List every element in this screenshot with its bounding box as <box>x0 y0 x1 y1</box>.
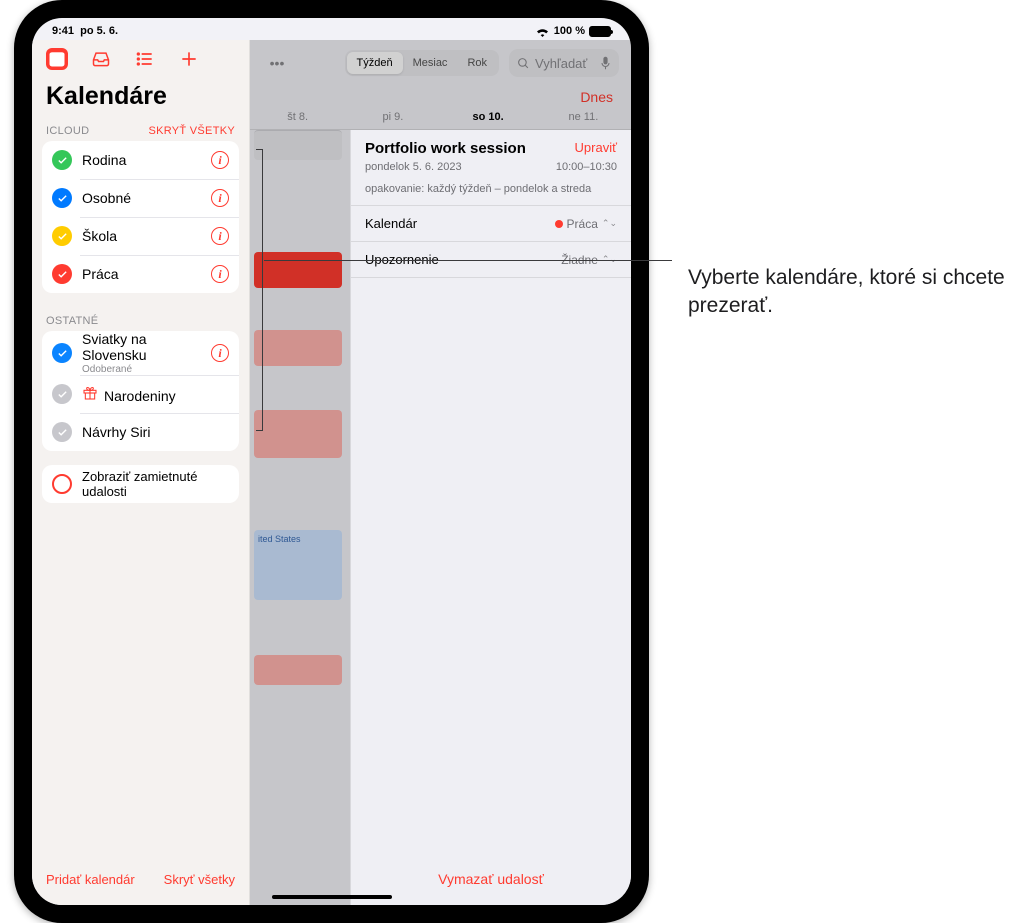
day-col: št 8. <box>250 111 345 123</box>
info-icon[interactable]: i <box>211 265 229 283</box>
event-date: pondelok 5. 6. 2023 <box>365 161 462 173</box>
chevron-updown-icon: ⌃⌄ <box>602 218 617 229</box>
calendar-name: Rodina <box>82 152 211 168</box>
ipad-frame: 9:41 po 5. 6. 100 % <box>14 0 649 923</box>
section-label: ICLOUD <box>46 125 89 137</box>
info-icon[interactable]: i <box>211 344 229 362</box>
list-icon[interactable] <box>134 48 156 70</box>
sidebar-title: Kalendáre <box>32 76 249 117</box>
checkbox-icon[interactable] <box>52 264 72 284</box>
calendar-row[interactable]: Návrhy Siri <box>42 413 239 451</box>
inbox-icon[interactable] <box>90 48 112 70</box>
callout-line <box>264 260 672 261</box>
screen: 9:41 po 5. 6. 100 % <box>32 18 631 905</box>
calendar-name: Osobné <box>82 190 211 206</box>
delete-event-button[interactable]: Vymazať udalosť <box>351 855 631 905</box>
calendar-name: Návrhy Siri <box>82 424 229 440</box>
calendar-row[interactable]: Rodinai <box>42 141 239 179</box>
calendar-name: Práca <box>82 266 211 282</box>
calendars-sidebar: Kalendáre ICLOUD SKRYŤ VŠETKY RodinaiOso… <box>32 40 250 905</box>
section-icloud: ICLOUD SKRYŤ VŠETKY RodinaiOsobnéiŠkolai… <box>32 117 249 307</box>
search-icon <box>517 57 530 70</box>
calendar-name: Škola <box>82 228 211 244</box>
show-declined-row[interactable]: Zobraziť zamietnuté udalosti <box>42 465 239 503</box>
today-button[interactable]: Dnes <box>250 85 631 111</box>
calendar-row[interactable]: Kalendár Práca⌃⌄ <box>351 205 631 241</box>
day-col: ne 11. <box>536 111 631 123</box>
calendar-row[interactable]: Sviatky na SlovenskuOdoberanéi <box>42 331 239 375</box>
info-icon[interactable]: i <box>211 189 229 207</box>
segment-year[interactable]: Rok <box>457 52 497 74</box>
main-panel: ••• Týždeň Mesiac Rok Vyhľadať Dnes št 8… <box>250 40 631 905</box>
battery-percent: 100 % <box>554 25 585 37</box>
calendar-row[interactable]: Osobnéi <box>42 179 239 217</box>
checkbox-icon[interactable] <box>52 343 72 363</box>
search-placeholder: Vyhľadať <box>535 56 587 71</box>
info-icon[interactable]: i <box>211 227 229 245</box>
calendar-view-icon[interactable] <box>46 48 68 70</box>
add-calendar-button[interactable]: Pridať kalendár <box>46 872 135 887</box>
section-other: OSTATNÉ Sviatky na SlovenskuOdoberanéi Na… <box>32 307 249 465</box>
calendar-sub: Odoberané <box>82 364 211 375</box>
day-col: so 10. <box>441 111 536 123</box>
checkbox-icon[interactable] <box>52 188 72 208</box>
add-icon[interactable] <box>178 48 200 70</box>
search-field[interactable]: Vyhľadať <box>509 49 619 77</box>
gift-icon <box>82 385 98 401</box>
calendar-row[interactable]: Školai <box>42 217 239 255</box>
timeline-event[interactable]: ited States <box>254 530 342 600</box>
status-bar: 9:41 po 5. 6. 100 % <box>32 18 631 40</box>
calendar-name: Narodeniny <box>82 385 229 404</box>
checkbox-icon[interactable] <box>52 226 72 246</box>
battery-icon <box>589 26 611 37</box>
view-segment[interactable]: Týždeň Mesiac Rok <box>345 50 499 76</box>
checkbox-icon[interactable] <box>52 384 72 404</box>
checkbox-icon[interactable] <box>52 150 72 170</box>
annotation-text: Vyberte kalendáre, ktoré si chcete preze… <box>688 264 1029 321</box>
row-label: Kalendár <box>365 216 417 231</box>
color-dot-icon <box>555 220 563 228</box>
hide-all-link[interactable]: SKRYŤ VŠETKY <box>148 125 235 137</box>
calendar-name: Sviatky na Slovensku <box>82 331 211 363</box>
mic-icon[interactable] <box>600 56 611 70</box>
wifi-icon <box>535 26 550 37</box>
row-label: Zobraziť zamietnuté udalosti <box>82 469 229 499</box>
status-time: 9:41 po 5. 6. <box>52 25 118 37</box>
weekday-header: št 8. pi 9. so 10. ne 11. <box>250 111 631 130</box>
info-icon[interactable]: i <box>211 151 229 169</box>
home-indicator[interactable] <box>272 895 392 899</box>
checkbox-empty-icon[interactable] <box>52 474 72 494</box>
more-icon[interactable]: ••• <box>262 60 292 66</box>
day-col: pi 9. <box>345 111 440 123</box>
timeline[interactable]: ited States <box>250 130 350 905</box>
event-detail-panel: Portfolio work session Upraviť pondelok … <box>350 130 631 905</box>
section-label: OSTATNÉ <box>46 315 98 327</box>
sidebar-toolbar <box>32 40 249 76</box>
segment-week[interactable]: Týždeň <box>347 52 403 74</box>
event-repeat: opakovanie: každý týždeň – pondelok a st… <box>351 183 631 205</box>
hide-all-button[interactable]: Skryť všetky <box>164 872 235 887</box>
checkbox-icon[interactable] <box>52 422 72 442</box>
segment-month[interactable]: Mesiac <box>403 52 458 74</box>
calendar-row[interactable]: Narodeniny <box>42 375 239 413</box>
edit-button[interactable]: Upraviť <box>575 140 617 155</box>
event-time: 10:00–10:30 <box>556 161 617 173</box>
event-title: Portfolio work session <box>365 140 526 157</box>
calendar-row[interactable]: Prácai <box>42 255 239 293</box>
